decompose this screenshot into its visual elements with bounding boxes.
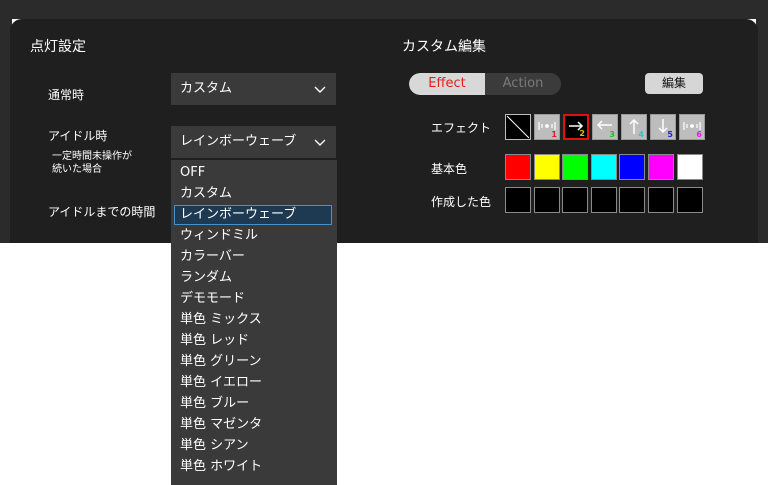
effect-label: エフェクト (431, 121, 492, 135)
top-bar (0, 0, 768, 19)
idle-label: アイドル時 (48, 129, 108, 143)
effect-number: 3 (609, 130, 615, 139)
effect-number: 4 (638, 130, 644, 139)
effect-button[interactable]: 3 (592, 114, 618, 140)
effect-number: 5 (667, 130, 673, 139)
dropdown-option[interactable]: 単色 シアン (174, 436, 332, 456)
basic-color-swatch[interactable] (676, 154, 703, 180)
section-title-lighting: 点灯設定 (30, 39, 86, 55)
dropdown-option[interactable]: 単色 レッド (174, 331, 332, 351)
created-color-swatch[interactable] (533, 187, 560, 213)
basic-color-swatch[interactable] (533, 154, 560, 180)
dropdown-option[interactable]: 単色 ホワイト (174, 457, 332, 477)
effect-number: 2 (579, 129, 585, 138)
created-color-swatch[interactable] (505, 187, 531, 213)
effect-button[interactable]: 2 (563, 114, 589, 140)
dropdown-option[interactable]: レインボーウェーブ (174, 205, 332, 225)
idle-sublabel-2: 続いた場合 (52, 164, 102, 175)
none-icon (506, 115, 530, 143)
idle-select[interactable]: レインボーウェーブ (171, 126, 336, 158)
normal-label: 通常時 (48, 88, 85, 102)
normal-select[interactable]: カスタム (171, 73, 336, 105)
idle-time-label: アイドルまでの時間 (48, 205, 156, 219)
toggle-action[interactable]: Action (485, 73, 561, 95)
created-color-swatch[interactable] (648, 187, 674, 213)
dropdown-option[interactable]: カラーバー (174, 247, 332, 267)
idle-select-value: レインボーウェーブ (180, 134, 297, 149)
toggle-effect[interactable]: Effect (409, 73, 485, 95)
dropdown-option[interactable]: 単色 ミックス (174, 310, 332, 330)
idle-sublabel-1: 一定時間未操作が (52, 151, 132, 162)
dropdown-option[interactable]: 単色 ブルー (174, 394, 332, 414)
idle-dropdown-list: OFF カスタム レインボーウェーブ ウィンドミル カラーバー ランダム デモモード 単色 ミ… (171, 160, 337, 485)
effect-button[interactable]: 1 (534, 114, 560, 140)
dropdown-option[interactable]: OFF (174, 163, 332, 183)
created-colors-label: 作成した色 (431, 195, 492, 209)
created-color-swatch[interactable] (590, 187, 617, 213)
mode-toggle[interactable]: Effect Action (409, 73, 561, 95)
dropdown-option[interactable]: ランダム (174, 268, 332, 288)
basic-color-swatch[interactable] (619, 154, 646, 180)
created-color-swatch[interactable] (562, 187, 589, 213)
effect-number: 1 (551, 130, 557, 139)
normal-select-value: カスタム (180, 81, 233, 96)
effect-number: 6 (696, 130, 702, 139)
dropdown-option[interactable]: ウィンドミル (174, 226, 332, 246)
created-color-swatch[interactable] (676, 187, 703, 213)
chevron-down-icon (314, 86, 326, 93)
created-color-swatch[interactable] (619, 187, 646, 213)
edit-button[interactable]: 編集 (645, 73, 703, 94)
effect-button[interactable] (505, 114, 531, 140)
dropdown-option[interactable]: デモモード (174, 289, 332, 309)
effect-button[interactable]: 6 (679, 114, 705, 140)
effect-button[interactable]: 5 (650, 114, 676, 140)
dropdown-option[interactable]: 単色 イエロー (174, 373, 332, 393)
section-title-custom: カスタム編集 (402, 39, 486, 55)
chevron-down-icon (314, 139, 326, 146)
basic-color-swatch[interactable] (505, 154, 531, 180)
basic-color-swatch[interactable] (590, 154, 617, 180)
dropdown-option[interactable]: カスタム (174, 184, 332, 204)
effect-button[interactable]: 4 (621, 114, 647, 140)
basic-colors-label: 基本色 (431, 162, 468, 176)
dropdown-option[interactable]: 単色 マゼンタ (174, 415, 332, 435)
dropdown-option[interactable]: 単色 グリーン (174, 352, 332, 372)
basic-color-swatch[interactable] (562, 154, 589, 180)
basic-color-swatch[interactable] (648, 154, 674, 180)
